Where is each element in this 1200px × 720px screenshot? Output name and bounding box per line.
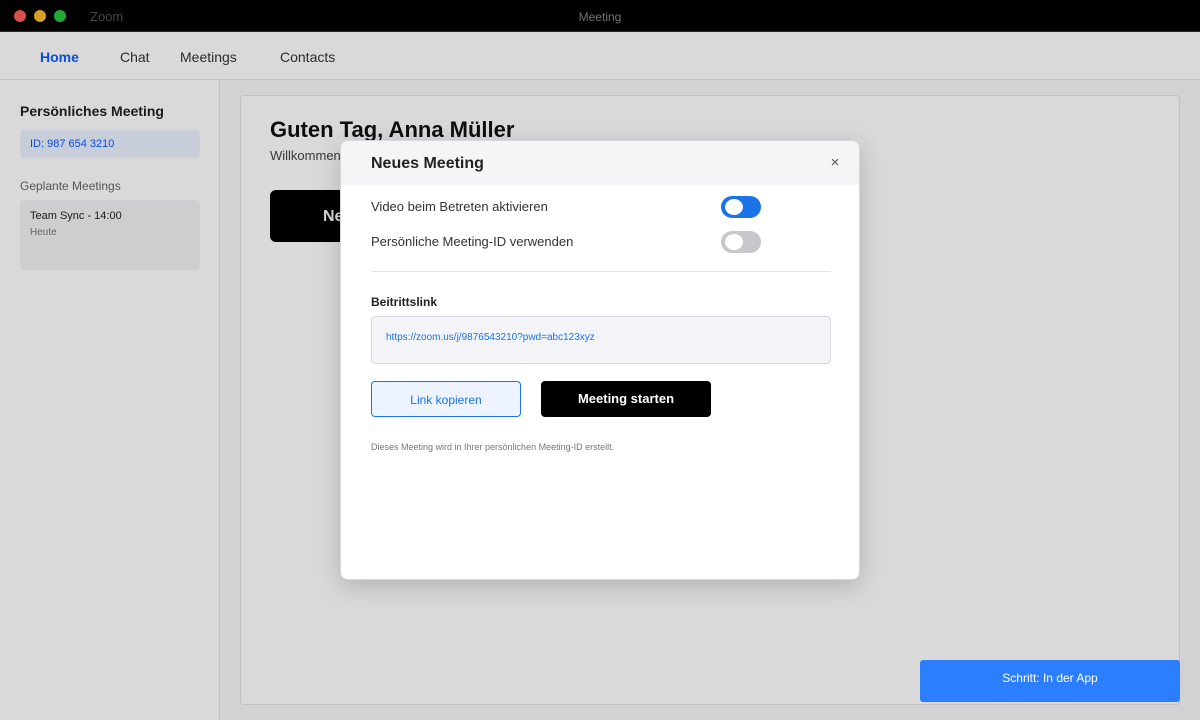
close-icon[interactable]: ×	[827, 155, 843, 171]
video-on-join-toggle[interactable]	[721, 196, 761, 218]
join-link-field[interactable]: https://zoom.us/j/9876543210?pwd=abc123x…	[371, 316, 831, 364]
new-meeting-dialog: Neues Meeting × Video beim Betreten akti…	[340, 140, 860, 580]
video-on-join-label: Video beim Betreten aktivieren	[371, 199, 548, 214]
divider	[371, 271, 831, 272]
start-meeting-button[interactable]: Meeting starten	[541, 381, 711, 417]
copy-link-button[interactable]: Link kopieren	[371, 381, 521, 417]
toggle-knob	[725, 234, 743, 250]
dialog-title: Neues Meeting	[371, 155, 484, 172]
join-link-value[interactable]: https://zoom.us/j/9876543210?pwd=abc123x…	[386, 332, 595, 343]
info-text: Dieses Meeting wird in Ihrer persönliche…	[371, 442, 615, 452]
join-link-label: Beitrittslink	[371, 295, 438, 309]
use-pmi-label: Persönliche Meeting-ID verwenden	[371, 234, 574, 249]
use-pmi-toggle[interactable]	[721, 231, 761, 253]
dialog-header: Neues Meeting ×	[341, 141, 859, 185]
step-badge: Schritt: In der App	[920, 660, 1180, 702]
toggle-knob	[725, 199, 743, 215]
